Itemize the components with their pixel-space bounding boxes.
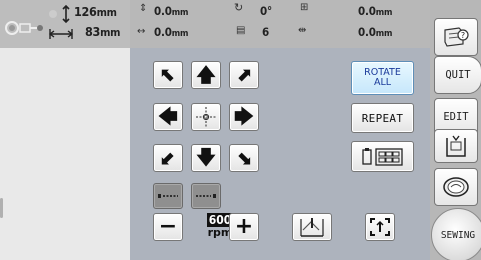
area-width-icon: ⇹ [298, 25, 307, 36]
move-up-right-button[interactable]: ⬈ [229, 61, 259, 89]
size-arrows-icon [48, 4, 74, 39]
embroidery-area-button[interactable] [365, 213, 395, 241]
area-y: 0.0mm [358, 4, 392, 18]
thread-trim-button[interactable] [153, 183, 183, 209]
trial-button[interactable] [292, 213, 332, 241]
area-x-value: 0.0 [358, 25, 376, 39]
horizontal-offset-icon: ↔ [137, 26, 146, 37]
move-right-button[interactable]: 🡆 [229, 103, 259, 131]
right-menu-column: ? QUIT EDIT SEWING [430, 0, 481, 260]
offset-x: 0.0mm [154, 25, 188, 39]
embroidery-setting-button[interactable] [434, 129, 478, 163]
move-up-button[interactable]: 🡅 [191, 61, 221, 89]
hoop-icon [5, 21, 43, 35]
color-count-value: 6 [262, 25, 269, 39]
pattern-size-bar: 126mm 83mm [0, 0, 130, 48]
rotate-all-label-line2: ALL [373, 77, 392, 88]
rotation-value: 0° [260, 4, 272, 18]
offset-y-value: 0.0 [154, 4, 172, 18]
center-icon [196, 107, 216, 127]
offset-y: 0.0mm [154, 4, 188, 18]
pattern-width: 83mm [85, 24, 120, 39]
repeat-button[interactable]: REPEAT [351, 103, 414, 133]
move-down-right-button[interactable]: ⬊ [229, 144, 259, 172]
move-down-left-button[interactable]: ⬋ [153, 144, 183, 172]
offset-x-value: 0.0 [154, 25, 172, 39]
embroidery-frame-icon [370, 218, 390, 236]
needle-icon [300, 218, 324, 237]
sewing-button[interactable]: SEWING [431, 208, 481, 260]
offset-y-unit: mm [171, 8, 189, 18]
pattern-width-unit: mm [100, 26, 121, 39]
help-icon: ? [444, 27, 469, 47]
area-y-value: 0.0 [358, 4, 376, 18]
move-down-button[interactable]: 🡇 [191, 144, 221, 172]
multi-frame-icon [361, 147, 403, 166]
area-y-unit: mm [375, 8, 393, 18]
rotate-all-button[interactable]: ROTATE ALL [351, 61, 414, 95]
pattern-height-unit: mm [96, 6, 117, 19]
quit-button[interactable]: QUIT [434, 56, 481, 94]
move-left-button[interactable]: 🡄 [153, 103, 183, 131]
help-button[interactable]: ? [434, 18, 478, 56]
rotation-icon: ↻ [234, 1, 244, 14]
pattern-preview-panel: 126mm 83mm [0, 0, 130, 260]
info-bar: ⇕ 0.0mm ↔ 0.0mm ↻ 0° ▤ 6 ⊞ 0.0mm ⇹ 0.0mm [130, 0, 430, 48]
pattern-height-value: 126 [74, 4, 97, 19]
pattern-height: 126mm [74, 4, 117, 19]
sewing-preview-button[interactable] [434, 168, 478, 206]
thread-spool-icon: ▤ [236, 25, 246, 36]
frame-icon [446, 135, 466, 157]
area-x: 0.0mm [358, 25, 392, 39]
offset-x-unit: mm [171, 29, 189, 39]
preview-edge-marker [0, 198, 3, 218]
speed-decrease-button[interactable]: − [153, 213, 183, 241]
multi-frame-button[interactable] [351, 141, 414, 172]
speed-increase-button[interactable]: + [229, 213, 259, 241]
svg-text:?: ? [461, 31, 465, 40]
pattern-width-value: 83 [85, 24, 101, 39]
thread-icon [443, 177, 469, 197]
stitch-start-icon [158, 194, 178, 198]
area-x-unit: mm [375, 29, 393, 39]
stitch-end-icon [196, 194, 216, 198]
center-button[interactable] [191, 103, 221, 131]
move-up-left-button[interactable]: ⬉ [153, 61, 183, 89]
vertical-offset-icon: ⇕ [139, 3, 148, 14]
thread-cut-button[interactable] [191, 183, 221, 209]
area-height-icon: ⊞ [300, 2, 309, 13]
